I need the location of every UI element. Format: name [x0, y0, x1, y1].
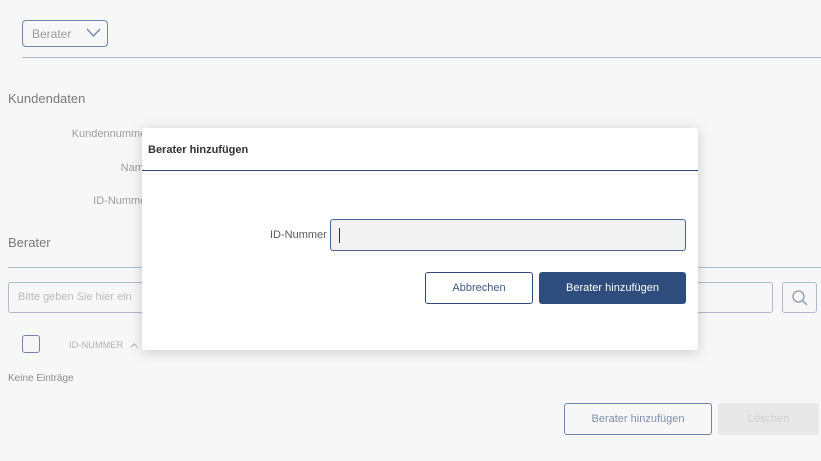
dialog-title: Berater hinzufügen	[148, 144, 249, 156]
cancel-button[interactable]: Abbrechen	[425, 272, 533, 304]
dialog-id-label: ID-Nummer	[270, 229, 327, 241]
dialog-header-divider	[142, 170, 698, 171]
page: Berater Kundendaten Kundennummer Name ID…	[0, 0, 821, 461]
add-advisor-dialog: Berater hinzufügen ID-Nummer Abbrechen B…	[142, 128, 698, 350]
dialog-id-input[interactable]	[330, 219, 686, 251]
confirm-add-advisor-button[interactable]: Berater hinzufügen	[539, 272, 686, 304]
text-cursor	[339, 228, 340, 243]
